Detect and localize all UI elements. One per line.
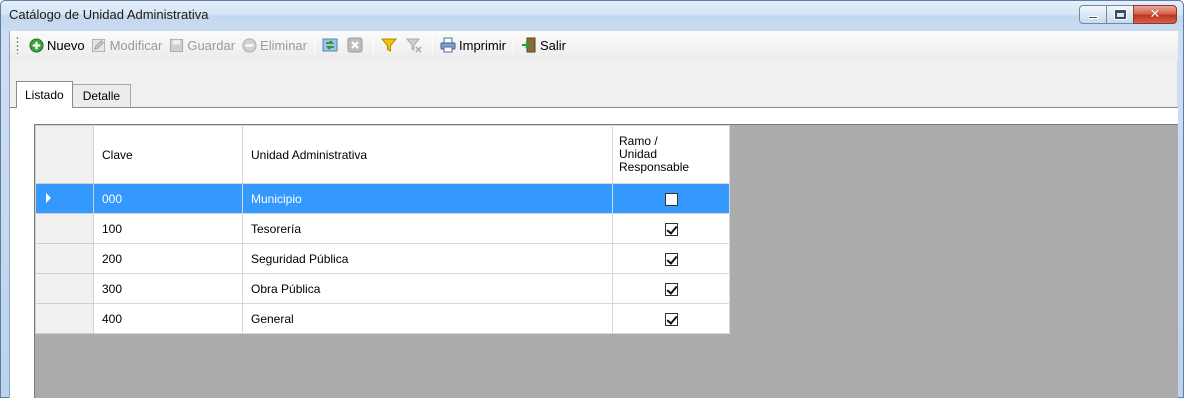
tab-panel-listado: Clave Unidad Administrativa Ramo / Unida… <box>10 107 1178 398</box>
filter-button[interactable] <box>378 34 403 56</box>
column-header-clave[interactable]: Clave <box>93 125 243 184</box>
data-grid[interactable]: Clave Unidad Administrativa Ramo / Unida… <box>34 124 1178 398</box>
delete-circle-icon <box>241 37 257 53</box>
exit-door-icon <box>521 37 537 53</box>
exit-label: Salir <box>539 37 566 53</box>
cell-ramo[interactable] <box>612 183 730 214</box>
add-circle-icon <box>28 37 44 53</box>
main-window: Catálogo de Unidad Administrativa ✕ Nuev… <box>0 0 1184 398</box>
print-button[interactable]: Imprimir <box>437 34 509 56</box>
tab-strip: Listado Detalle <box>16 81 132 108</box>
ramo-checkbox[interactable] <box>664 312 678 326</box>
print-label: Imprimir <box>459 37 506 53</box>
cell-clave[interactable]: 400 <box>93 303 243 334</box>
row-header[interactable] <box>35 303 94 334</box>
table-row[interactable]: 300 Obra Pública <box>35 273 730 304</box>
toolbar-separator <box>432 36 433 54</box>
new-button[interactable]: Nuevo <box>25 34 88 56</box>
minimize-button[interactable] <box>1079 5 1107 24</box>
toolbar: Nuevo Modificar Guardar Eliminar Imprimi… <box>10 31 1178 59</box>
toolbar-grip[interactable] <box>16 36 19 54</box>
printer-icon <box>440 37 456 53</box>
cell-unidad[interactable]: Municipio <box>242 183 613 214</box>
title-bar[interactable]: Catálogo de Unidad Administrativa ✕ <box>1 1 1183 31</box>
cell-ramo[interactable] <box>612 213 730 244</box>
maximize-icon <box>1113 9 1127 20</box>
cancel-button[interactable] <box>344 34 369 56</box>
filter-icon <box>381 37 397 53</box>
close-icon: ✕ <box>1149 7 1161 22</box>
maximize-button[interactable] <box>1106 5 1134 24</box>
cell-unidad[interactable]: Tesorería <box>242 213 613 244</box>
tab-listado-label: Listado <box>25 88 64 102</box>
toolbar-separator <box>373 36 374 54</box>
modify-label: Modificar <box>109 37 163 53</box>
clear-filter-icon <box>406 37 422 53</box>
ramo-checkbox[interactable] <box>664 222 678 236</box>
tab-detalle[interactable]: Detalle <box>72 84 132 107</box>
cancel-icon <box>347 37 363 53</box>
table-row[interactable]: 400 General <box>35 303 730 334</box>
modify-button[interactable]: Modificar <box>88 34 166 56</box>
ramo-checkbox[interactable] <box>664 192 678 206</box>
column-header-unidad[interactable]: Unidad Administrativa <box>242 125 613 184</box>
cell-unidad[interactable]: Obra Pública <box>242 273 613 304</box>
save-icon <box>168 37 184 53</box>
refresh-button[interactable] <box>319 34 344 56</box>
cell-clave[interactable]: 000 <box>93 183 243 214</box>
column-header-label: Unidad Administrativa <box>251 147 368 162</box>
cell-clave[interactable]: 100 <box>93 213 243 244</box>
clear-filter-button[interactable] <box>403 34 428 56</box>
column-header-label: Clave <box>102 147 133 162</box>
save-button[interactable]: Guardar <box>165 34 238 56</box>
grid-table: Clave Unidad Administrativa Ramo / Unida… <box>35 125 730 334</box>
exit-button[interactable]: Salir <box>518 34 569 56</box>
row-header[interactable] <box>35 243 94 274</box>
cell-ramo[interactable] <box>612 303 730 334</box>
cell-clave[interactable]: 300 <box>93 273 243 304</box>
toolbar-separator <box>314 36 315 54</box>
cell-ramo[interactable] <box>612 243 730 274</box>
table-row[interactable]: 100 Tesorería <box>35 213 730 244</box>
current-row-arrow-icon <box>46 192 51 203</box>
edit-icon <box>91 37 107 53</box>
row-header[interactable] <box>35 273 94 304</box>
column-header-label: Responsable <box>619 160 690 174</box>
row-header[interactable] <box>35 213 94 244</box>
client-area: Nuevo Modificar Guardar Eliminar Imprimi… <box>9 31 1178 398</box>
minimize-icon <box>1088 16 1098 19</box>
table-row[interactable]: 000 Municipio <box>35 183 730 214</box>
new-label: Nuevo <box>47 37 85 53</box>
refresh-icon <box>322 37 338 53</box>
delete-button[interactable]: Eliminar <box>238 34 310 56</box>
save-label: Guardar <box>187 37 236 53</box>
tab-detalle-label: Detalle <box>82 89 121 103</box>
toolbar-separator <box>512 36 514 54</box>
cell-unidad[interactable]: Seguridad Pública <box>242 243 613 274</box>
window-title: Catálogo de Unidad Administrativa <box>9 7 209 22</box>
cell-unidad[interactable]: General <box>242 303 613 334</box>
row-header-corner[interactable] <box>35 125 94 184</box>
delete-label: Eliminar <box>260 37 307 53</box>
cell-ramo[interactable] <box>612 273 730 304</box>
cell-clave[interactable]: 200 <box>93 243 243 274</box>
close-button[interactable]: ✕ <box>1133 5 1177 24</box>
tab-listado[interactable]: Listado <box>16 81 73 108</box>
table-row[interactable]: 200 Seguridad Pública <box>35 243 730 274</box>
ramo-checkbox[interactable] <box>664 282 678 296</box>
window-controls: ✕ <box>1079 5 1177 25</box>
ramo-checkbox[interactable] <box>664 252 678 266</box>
row-header[interactable] <box>35 183 94 214</box>
column-header-ramo[interactable]: Ramo / Unidad Responsable <box>612 125 730 184</box>
grid-header-row: Clave Unidad Administrativa Ramo / Unida… <box>35 125 730 184</box>
